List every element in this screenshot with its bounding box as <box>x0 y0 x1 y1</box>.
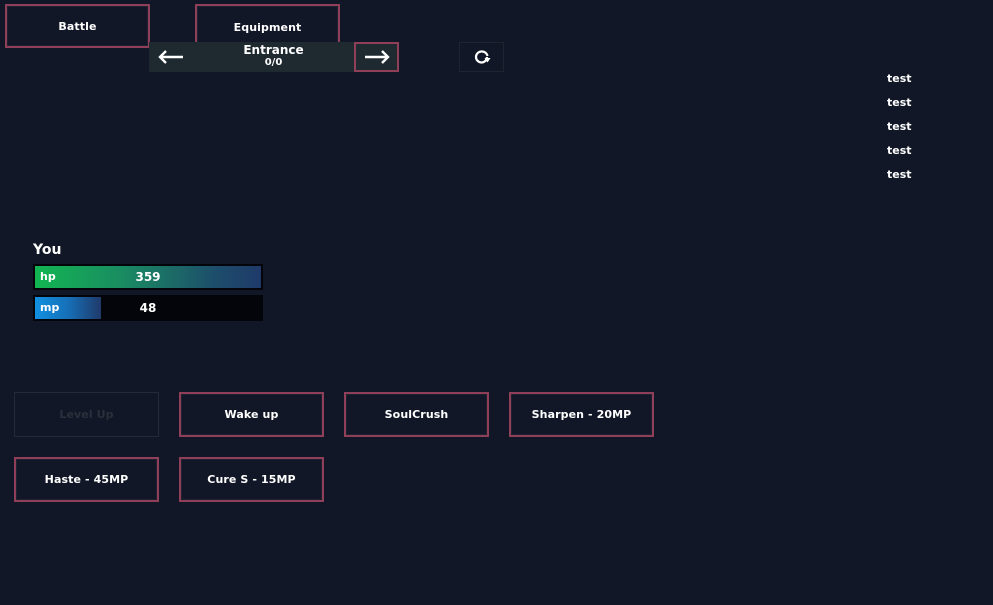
arrow-right-icon <box>364 50 390 64</box>
battle-log: test test test test test <box>887 67 967 187</box>
log-entry: test <box>887 168 912 181</box>
arrow-left-icon <box>158 50 183 64</box>
level-up-button[interactable]: Level Up <box>14 392 159 437</box>
refresh-button[interactable] <box>459 42 504 72</box>
sharpen-button[interactable]: Sharpen - 20MP <box>509 392 654 437</box>
cure-s-button[interactable]: Cure S - 15MP <box>179 457 324 502</box>
log-entry: test <box>887 144 912 157</box>
battle-tab-button[interactable]: Battle <box>5 4 150 48</box>
game-screen: Battle Equipment Entrance 0/0 test test … <box>0 0 993 605</box>
location-progress: 0/0 <box>264 57 283 68</box>
hp-value: 359 <box>135 270 161 284</box>
refresh-icon <box>474 50 490 64</box>
location-navigator: Entrance 0/0 <box>149 42 399 72</box>
mp-value: 48 <box>139 301 157 315</box>
location-name: Entrance <box>243 43 304 57</box>
log-entry: test <box>887 72 912 85</box>
wake-up-button[interactable]: Wake up <box>179 392 324 437</box>
previous-location-button[interactable] <box>149 42 193 72</box>
mp-bar: mp 48 <box>33 295 263 321</box>
soulcrush-button[interactable]: SoulCrush <box>344 392 489 437</box>
log-entry: test <box>887 96 912 109</box>
hp-bar: hp 359 <box>33 264 263 290</box>
next-location-button[interactable] <box>354 42 399 72</box>
log-entry: test <box>887 120 912 133</box>
haste-button[interactable]: Haste - 45MP <box>14 457 159 502</box>
player-name: You <box>33 242 62 258</box>
